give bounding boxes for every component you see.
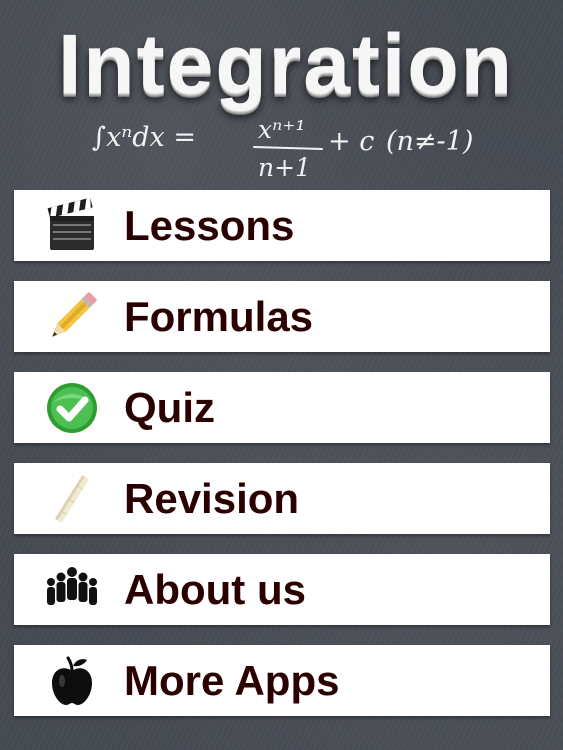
menu-item-more-apps[interactable]: More Apps [14,645,550,716]
chalk-formula: ∫xⁿdx = xⁿ⁺¹ n+1 + c (n≠-1) [88,112,528,184]
formula-integral-expression: ∫xⁿdx = [92,122,196,153]
menu-item-label: Quiz [124,384,215,431]
menu-item-label: Revision [124,475,300,522]
menu-item-lessons[interactable]: Lessons [14,190,550,261]
chalk-icon [44,471,100,527]
menu-item-about-us[interactable]: About us [14,554,550,625]
apple-icon [44,653,100,709]
menu-item-label: Lessons [124,202,295,249]
menu-item-label: About us [124,566,306,613]
menu-item-quiz[interactable]: Quiz [14,372,550,443]
menu-item-label: More Apps [124,657,340,704]
menu-item-formulas[interactable]: Formulas [14,281,550,352]
pencil-icon [44,289,100,345]
formula-condition: (n≠-1) [386,126,473,157]
formula-numerator: xⁿ⁺¹ [258,115,305,144]
people-icon [44,562,100,618]
checkmark-icon [44,380,100,436]
formula-denominator: n+1 [258,153,311,182]
app-header: Integration ∫xⁿdx = xⁿ⁺¹ n+1 + c (n≠-1) [0,0,563,190]
formula-fraction-bar [253,146,323,150]
menu-item-label: Formulas [124,293,314,340]
app-title: Integration [58,17,514,111]
menu-item-revision[interactable]: Revision [14,463,550,534]
formula-constant: + c [328,126,374,157]
clapperboard-icon [44,198,100,254]
